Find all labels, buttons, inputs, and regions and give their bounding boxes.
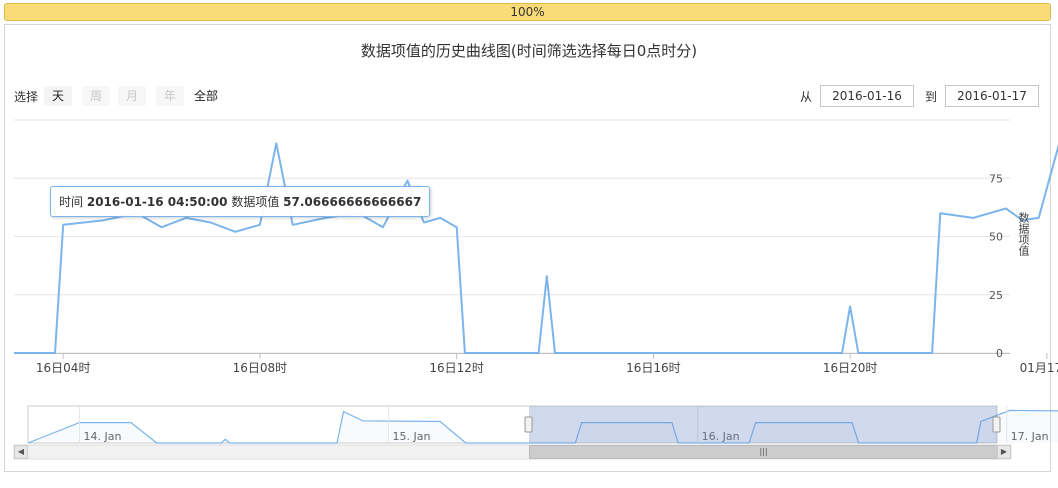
x-tick-label-3: 16日16时 bbox=[626, 361, 681, 375]
tooltip-time-label: 时间 bbox=[59, 195, 84, 209]
scrollbar-thumb[interactable]: ||| bbox=[529, 445, 998, 459]
y-tick-label-1: 25 bbox=[989, 289, 1003, 302]
navigator-handle-1[interactable] bbox=[992, 416, 1001, 433]
navigator-label-0: 14. Jan bbox=[84, 430, 122, 443]
tooltip: 时间 2016-01-16 04:50:00 数据项值 57.066666666… bbox=[50, 186, 431, 217]
scrollbar-left-arrow[interactable]: ◀ bbox=[14, 445, 28, 459]
tooltip-value-label: 数据项值 bbox=[231, 195, 280, 209]
series-line-0 bbox=[14, 142, 1058, 354]
x-tick-label-0: 16日04时 bbox=[36, 361, 91, 375]
navigator-label-3: 17. Jan bbox=[1011, 430, 1049, 443]
x-tick-label-4: 16日20时 bbox=[823, 361, 878, 375]
tooltip-value: 57.06666666666667 bbox=[283, 195, 422, 209]
y-axis-title: 数据项值 bbox=[1017, 212, 1030, 256]
y-tick-label-2: 50 bbox=[989, 231, 1003, 244]
scrollbar-right-arrow[interactable]: ▶ bbox=[997, 445, 1011, 459]
tooltip-time: 2016-01-16 04:50:00 bbox=[86, 195, 228, 209]
y-tick-label-3: 75 bbox=[989, 172, 1003, 185]
y-tick-label-0: 0 bbox=[996, 347, 1003, 360]
navigator-label-1: 15. Jan bbox=[393, 430, 431, 443]
navigator-handle-0[interactable] bbox=[524, 416, 533, 433]
x-tick-label-5: 01月17日 bbox=[1020, 361, 1058, 375]
x-tick-label-1: 16日08时 bbox=[233, 361, 288, 375]
x-tick-label-2: 16日12时 bbox=[429, 361, 484, 375]
navigator-selection bbox=[529, 406, 997, 443]
chart-canvas[interactable]: 0 25 50 75 16日04时 16日08时 16日12时 16日16时 16日20时 01月… bbox=[0, 0, 1058, 488]
